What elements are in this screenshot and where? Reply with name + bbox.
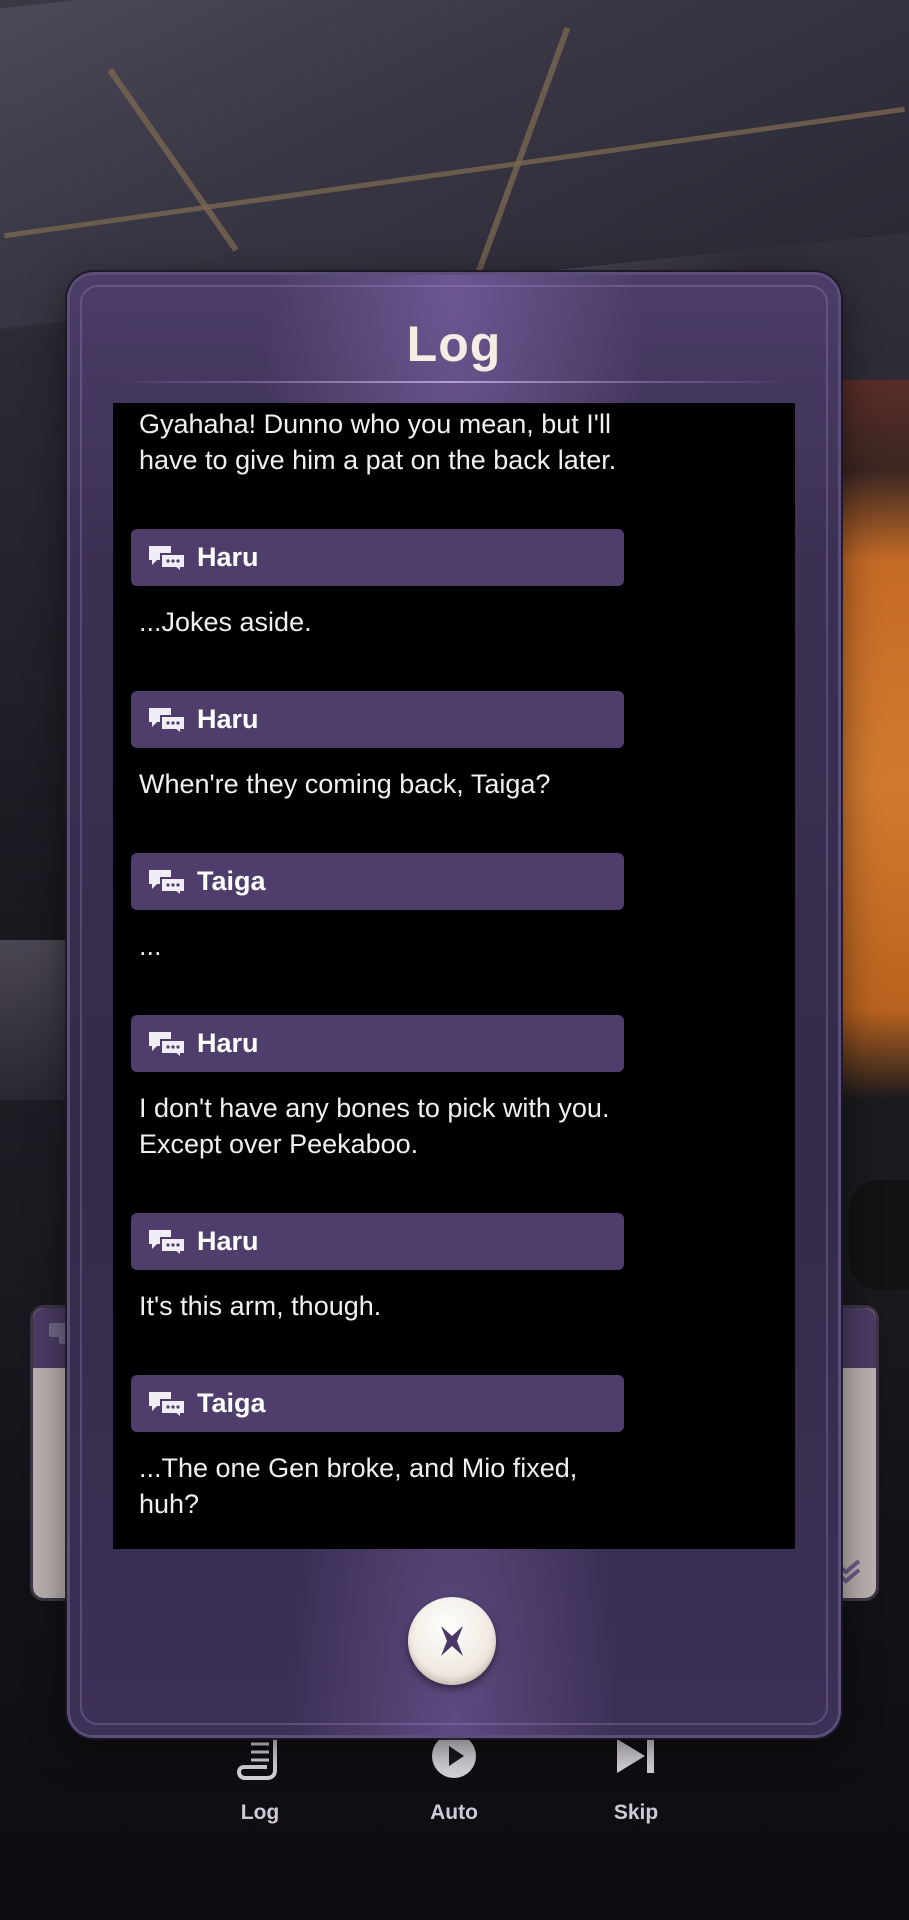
log-list: Gyahaha! Dunno who you mean, but I'll ha… xyxy=(113,403,795,1522)
skip-button[interactable]: Skip xyxy=(576,1725,696,1825)
log-entry: Taiga ...The one Gen broke, and Mio fixe… xyxy=(113,1375,795,1522)
auto-button-label: Auto xyxy=(430,1801,478,1824)
close-x-icon xyxy=(441,1626,463,1656)
skip-button-label: Skip xyxy=(613,1801,659,1824)
speaker-bar: Haru xyxy=(131,1015,624,1072)
log-entry: Haru When're they coming back, Taiga? xyxy=(113,691,795,802)
log-line: Gyahaha! Dunno who you mean, but I'll ha… xyxy=(139,409,617,475)
speaker-bar: Taiga xyxy=(131,853,624,910)
log-entry: Taiga ... xyxy=(113,853,795,964)
log-line: It's this arm, though. xyxy=(139,1291,382,1321)
speech-bubbles-icon xyxy=(149,545,186,572)
scroll-icon xyxy=(237,1732,277,1780)
background-character-hand xyxy=(849,1180,909,1290)
skip-forward-icon xyxy=(617,1739,654,1773)
speaker-bar: Haru xyxy=(131,529,624,586)
bottom-toolbar: Log Auto Skip xyxy=(0,1725,909,1865)
speech-bubbles-icon xyxy=(149,707,186,734)
log-modal: Log Gyahaha! Dunno who you mean, but I'l… xyxy=(70,275,838,1735)
play-circle-icon xyxy=(432,1734,476,1778)
speaker-name: Haru xyxy=(197,704,259,734)
background-bed xyxy=(0,940,80,1100)
speech-bubbles-icon xyxy=(149,1229,186,1256)
log-line: ...Jokes aside. xyxy=(139,607,312,637)
log-line: ... xyxy=(139,931,162,961)
speaker-bar: Haru xyxy=(131,1213,624,1270)
log-entry: Haru ...Jokes aside. xyxy=(113,529,795,640)
speaker-name: Haru xyxy=(197,1028,259,1058)
modal-title: Log xyxy=(406,316,502,372)
close-button[interactable] xyxy=(408,1597,496,1685)
speech-bubbles-icon xyxy=(149,1031,186,1058)
background-window xyxy=(0,330,81,1030)
log-button[interactable]: Log xyxy=(200,1725,320,1825)
speaker-bar: Haru xyxy=(131,691,624,748)
speaker-name: Haru xyxy=(197,1226,259,1256)
speaker-name: Haru xyxy=(197,542,259,572)
log-entry: Haru I don't have any bones to pick with… xyxy=(113,1015,795,1162)
auto-button[interactable]: Auto xyxy=(394,1725,514,1825)
speaker-name: Taiga xyxy=(197,866,266,896)
log-entry: Gyahaha! Dunno who you mean, but I'll ha… xyxy=(113,403,795,478)
title-divider xyxy=(118,381,790,383)
speaker-name: Taiga xyxy=(197,1388,266,1418)
log-button-label: Log xyxy=(240,1801,280,1824)
log-line: I don't have any bones to pick with you.… xyxy=(139,1093,610,1159)
log-line: When're they coming back, Taiga? xyxy=(139,769,551,799)
speaker-bar: Taiga xyxy=(131,1375,624,1432)
log-entry: Haru It's this arm, though. xyxy=(113,1213,795,1324)
speech-bubbles-icon xyxy=(149,1391,186,1418)
log-line: ...The one Gen broke, and Mio fixed, huh… xyxy=(139,1453,578,1519)
speech-bubbles-icon xyxy=(149,869,186,896)
log-scroll-area[interactable]: Gyahaha! Dunno who you mean, but I'll ha… xyxy=(113,403,795,1549)
